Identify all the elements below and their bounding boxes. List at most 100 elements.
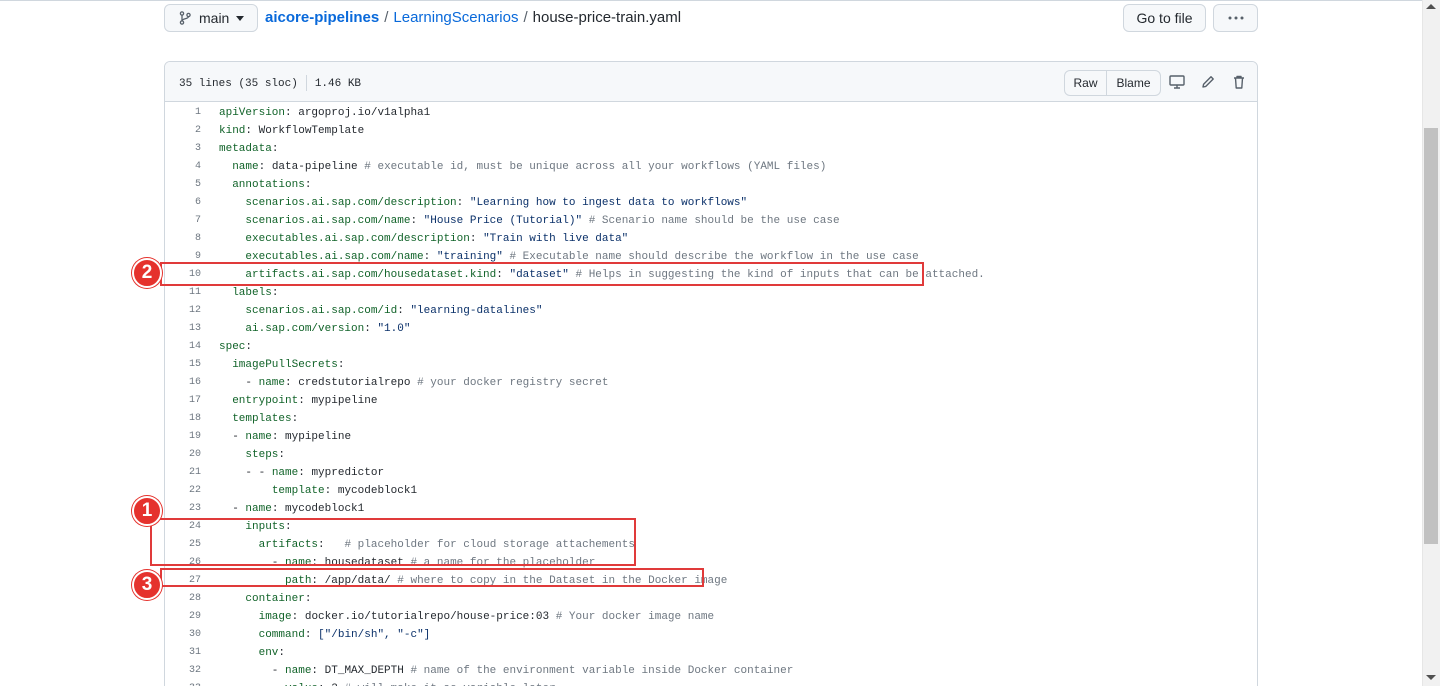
line-number[interactable]: 30	[165, 626, 201, 644]
breadcrumb-folder-link[interactable]: LearningScenarios	[393, 9, 518, 26]
yaml-key: scenarios.ai.sap.com/name	[245, 215, 411, 227]
kebab-horizontal-icon	[1228, 16, 1243, 20]
yaml-comment: # executable id, must be unique across a…	[364, 161, 827, 173]
yaml-colon: :	[285, 377, 292, 389]
line-number[interactable]: 32	[165, 662, 201, 680]
line-number[interactable]: 33	[165, 680, 201, 686]
code-line: 5 annotations:	[165, 176, 1257, 194]
line-number[interactable]: 21	[165, 464, 201, 482]
yaml-key: metadata	[219, 143, 272, 155]
chevron-down-icon	[236, 15, 245, 21]
yaml-value: argoproj.io/v1alpha1	[298, 107, 431, 119]
yaml-comment: # name of the environment variable insid…	[410, 665, 794, 677]
code-line: 4 name: data-pipeline # executable id, m…	[165, 158, 1257, 176]
more-options-button[interactable]	[1213, 4, 1258, 32]
line-number[interactable]: 2	[165, 122, 201, 140]
line-number[interactable]: 28	[165, 590, 201, 608]
blame-button[interactable]: Blame	[1107, 71, 1160, 95]
yaml-key: command	[258, 629, 305, 641]
scroll-up-arrow-icon[interactable]	[1426, 4, 1436, 9]
yaml-key: steps	[245, 449, 279, 461]
yaml-key: apiVersion	[219, 107, 286, 119]
yaml-key: kind	[219, 125, 246, 137]
scrollbar-thumb[interactable]	[1424, 128, 1438, 544]
indent: -	[219, 431, 246, 443]
line-number[interactable]: 14	[165, 338, 201, 356]
yaml-value: mycodeblock1	[285, 503, 365, 515]
branch-selector-button[interactable]: main	[164, 4, 258, 32]
line-number[interactable]: 17	[165, 392, 201, 410]
line-number[interactable]: 31	[165, 644, 201, 662]
code-line: 23 - name: mycodeblock1	[165, 500, 1257, 518]
yaml-colon: :	[271, 143, 279, 155]
scroll-down-arrow-icon[interactable]	[1426, 675, 1436, 680]
code-text: imagePullSecrets:	[219, 356, 344, 374]
pencil-icon[interactable]	[1200, 74, 1216, 90]
line-number[interactable]: 8	[165, 230, 201, 248]
yaml-colon: :	[271, 287, 279, 299]
line-number[interactable]: 3	[165, 140, 201, 158]
callout-marker: 3	[132, 570, 162, 600]
yaml-value: "learning-datalines"	[410, 305, 543, 317]
indent: -	[219, 665, 286, 677]
line-number[interactable]: 29	[165, 608, 201, 626]
code-text: value: 3 # will make it as variable late…	[219, 680, 556, 686]
code-text: name: data-pipeline # executable id, mus…	[219, 158, 826, 176]
code-text: scenarios.ai.sap.com/id: "learning-datal…	[219, 302, 542, 320]
indent: -	[219, 377, 259, 389]
code-text: env:	[219, 644, 285, 662]
line-number[interactable]: 18	[165, 410, 201, 428]
line-number[interactable]: 5	[165, 176, 201, 194]
code-line: 1 apiVersion: argoproj.io/v1alpha1	[165, 104, 1257, 122]
line-number[interactable]: 4	[165, 158, 201, 176]
yaml-key: annotations	[232, 179, 305, 191]
line-number[interactable]: 1	[165, 104, 201, 122]
line-number[interactable]: 16	[165, 374, 201, 392]
line-number[interactable]: 11	[165, 284, 201, 302]
yaml-comment: # Scenario name should be the use case	[588, 215, 840, 227]
raw-button[interactable]: Raw	[1065, 71, 1107, 95]
yaml-value: docker.io/tutorialrepo/house-price:03	[304, 611, 550, 623]
yaml-value: data-pipeline	[271, 161, 358, 173]
line-number[interactable]: 19	[165, 428, 201, 446]
line-number[interactable]: 15	[165, 356, 201, 374]
code-line: 31 env:	[165, 644, 1257, 662]
yaml-colon: :	[469, 233, 477, 245]
line-number[interactable]: 6	[165, 194, 201, 212]
code-line: 33 value: 3 # will make it as variable l…	[165, 680, 1257, 686]
code-text: annotations:	[219, 176, 311, 194]
code-line: 11 labels:	[165, 284, 1257, 302]
line-number[interactable]: 12	[165, 302, 201, 320]
code-line: 12 scenarios.ai.sap.com/id: "learning-da…	[165, 302, 1257, 320]
code-text: kind: WorkflowTemplate	[219, 122, 364, 140]
yaml-value: "Learning how to ingest data to workflow…	[469, 197, 748, 209]
breadcrumb-repo-link[interactable]: aicore-pipelines	[265, 9, 379, 26]
code-text: - - name: mypredictor	[219, 464, 384, 482]
code-line: 3 metadata:	[165, 140, 1257, 158]
trash-icon[interactable]	[1231, 74, 1247, 90]
code-text: template: mycodeblock1	[219, 482, 417, 500]
desktop-icon[interactable]	[1169, 74, 1185, 90]
file-header: 35 lines (35 sloc) 1.46 KB Raw Blame	[165, 62, 1257, 102]
line-number[interactable]: 13	[165, 320, 201, 338]
code-text: apiVersion: argoproj.io/v1alpha1	[219, 104, 430, 122]
line-number[interactable]: 20	[165, 446, 201, 464]
line-number[interactable]: 22	[165, 482, 201, 500]
git-branch-icon	[179, 11, 191, 25]
go-to-file-button[interactable]: Go to file	[1123, 4, 1206, 32]
code-line: 7 scenarios.ai.sap.com/name: "House Pric…	[165, 212, 1257, 230]
yaml-colon: :	[410, 215, 418, 227]
yaml-key: labels	[232, 287, 272, 299]
line-number[interactable]: 23	[165, 500, 201, 518]
branch-label: main	[199, 10, 230, 26]
line-number[interactable]: 7	[165, 212, 201, 230]
code-line: 17 entrypoint: mypipeline	[165, 392, 1257, 410]
code-text: entrypoint: mypipeline	[219, 392, 377, 410]
